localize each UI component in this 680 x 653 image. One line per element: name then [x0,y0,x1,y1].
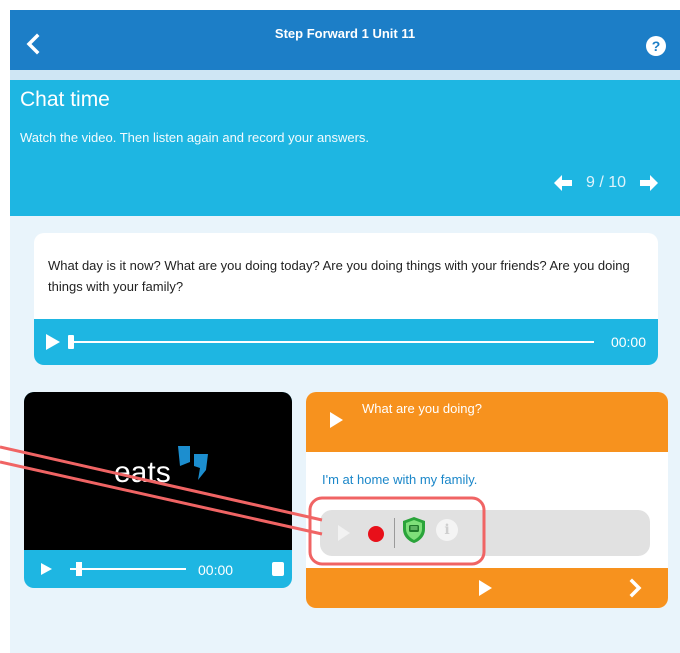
page-title: Step Forward 1 Unit 11 [274,26,416,41]
video-progress-handle[interactable] [76,562,82,576]
recorder-divider [394,518,395,548]
prompt-text: What are you doing? [362,401,482,416]
audio-player: 00:00 [34,319,658,365]
next-page-button[interactable] [640,175,658,191]
answer-footer [306,568,668,608]
audio-progress-track[interactable] [70,341,594,343]
video-time: 00:00 [198,562,234,578]
video-progress-track[interactable] [70,568,186,570]
activity-title: Chat time [20,88,110,111]
video-controls: 00:00 [24,550,292,588]
footer-play-button[interactable] [479,580,492,596]
prev-page-button[interactable] [553,175,572,191]
arrow-right-icon [640,175,658,191]
activity-instruction: Watch the video. Then listen again and r… [20,130,370,145]
video-screen[interactable]: eats [24,392,292,550]
top-bar: Step Forward 1 Unit 11 ? [10,10,680,70]
recorder-bar: i [320,510,650,556]
record-button[interactable] [368,526,384,542]
help-button[interactable]: ? [646,36,666,56]
pager: 9 / 10 [553,174,658,192]
eats-logo: eats [114,446,208,489]
divider-strip [10,70,680,80]
model-answer-text: I'm at home with my family. [322,472,478,487]
shield-icon [403,517,425,543]
info-icon: i [444,522,450,538]
page-indicator: 9 / 10 [585,174,626,191]
app-window: Step Forward 1 Unit 11 ? Chat time Watch… [10,10,680,653]
prompt-bar: What are you doing? [306,392,668,452]
prompt-play-button[interactable] [330,412,343,428]
recording-play-button[interactable] [338,525,350,541]
eats-logo-text: eats [114,456,171,489]
fullscreen-icon[interactable] [272,562,284,576]
question-mark-icon: ? [651,38,661,54]
answer-card: What are you doing? I'm at home with my … [306,392,668,608]
chevron-right-icon [629,578,642,598]
video-play-button[interactable] [41,563,52,575]
arrow-left-icon [553,175,572,191]
audio-play-button[interactable] [46,334,60,350]
question-card: What day is it now? What are you doing t… [34,233,658,365]
video-player: eats 00:00 [24,392,292,588]
question-text: What day is it now? What are you doing t… [48,258,630,294]
audio-time: 00:00 [610,334,646,350]
next-button[interactable] [628,578,644,598]
info-button[interactable]: i [436,519,458,541]
shield-button[interactable] [402,516,426,544]
activity-header: Chat time Watch the video. Then listen a… [10,80,680,216]
audio-progress-handle[interactable] [68,335,74,349]
